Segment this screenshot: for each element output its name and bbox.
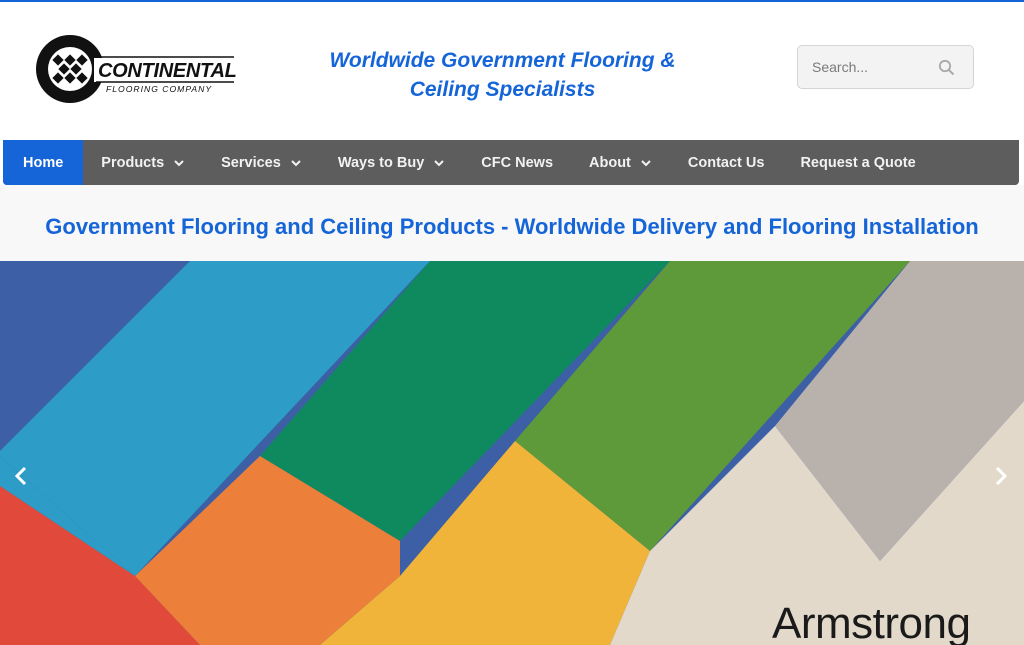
- page-headline: Government Flooring and Ceiling Products…: [45, 214, 979, 239]
- logo-brand-name: CONTINENTAL: [98, 60, 237, 82]
- chevron-down-icon: [434, 159, 445, 166]
- nav-item-products[interactable]: Products: [83, 140, 203, 185]
- chevron-left-icon[interactable]: [11, 462, 31, 490]
- nav-item-cfc-news[interactable]: CFC News: [463, 140, 571, 185]
- nav-item-about[interactable]: About: [571, 140, 670, 185]
- site-logo[interactable]: CONTINENTAL FLOORING COMPANY: [36, 32, 237, 106]
- tagline-line-2: Ceiling Specialists: [409, 78, 596, 101]
- chevron-down-icon: [174, 159, 184, 166]
- chevron-down-icon: [641, 159, 651, 166]
- nav-item-label: CFC News: [481, 154, 554, 171]
- logo-brand-sub: FLOORING COMPANY: [106, 84, 213, 94]
- chevron-right-icon[interactable]: [991, 462, 1011, 490]
- main-navigation: Home Products Services Ways to Buy CFC N…: [3, 140, 1019, 185]
- nav-item-label: Request a Quote: [800, 154, 916, 171]
- nav-item-label: About: [589, 154, 631, 171]
- nav-item-ways-to-buy[interactable]: Ways to Buy: [320, 140, 463, 185]
- search-input[interactable]: [812, 57, 932, 77]
- nav-item-label: Ways to Buy: [337, 154, 425, 171]
- site-tagline: Worldwide Government Flooring & Ceiling …: [300, 46, 705, 104]
- nav-item-request-a-quote[interactable]: Request a Quote: [782, 140, 933, 185]
- nav-item-home[interactable]: Home: [3, 140, 84, 185]
- nav-item-label: Products: [101, 154, 165, 171]
- search-icon[interactable]: [938, 59, 955, 76]
- nav-item-label: Home: [23, 154, 64, 171]
- nav-item-label: Contact Us: [687, 154, 765, 171]
- tagline-line-1: Worldwide Government Flooring &: [329, 49, 676, 72]
- hero-slider[interactable]: [0, 261, 1024, 645]
- nav-item-contact-us[interactable]: Contact Us: [670, 140, 783, 185]
- nav-item-label: Services: [221, 154, 281, 171]
- nav-item-services[interactable]: Services: [203, 140, 320, 185]
- hero-floor-tiles-image: [0, 261, 1024, 645]
- chevron-down-icon: [291, 159, 301, 166]
- hero-brand-logo: Armstrong: [772, 599, 971, 645]
